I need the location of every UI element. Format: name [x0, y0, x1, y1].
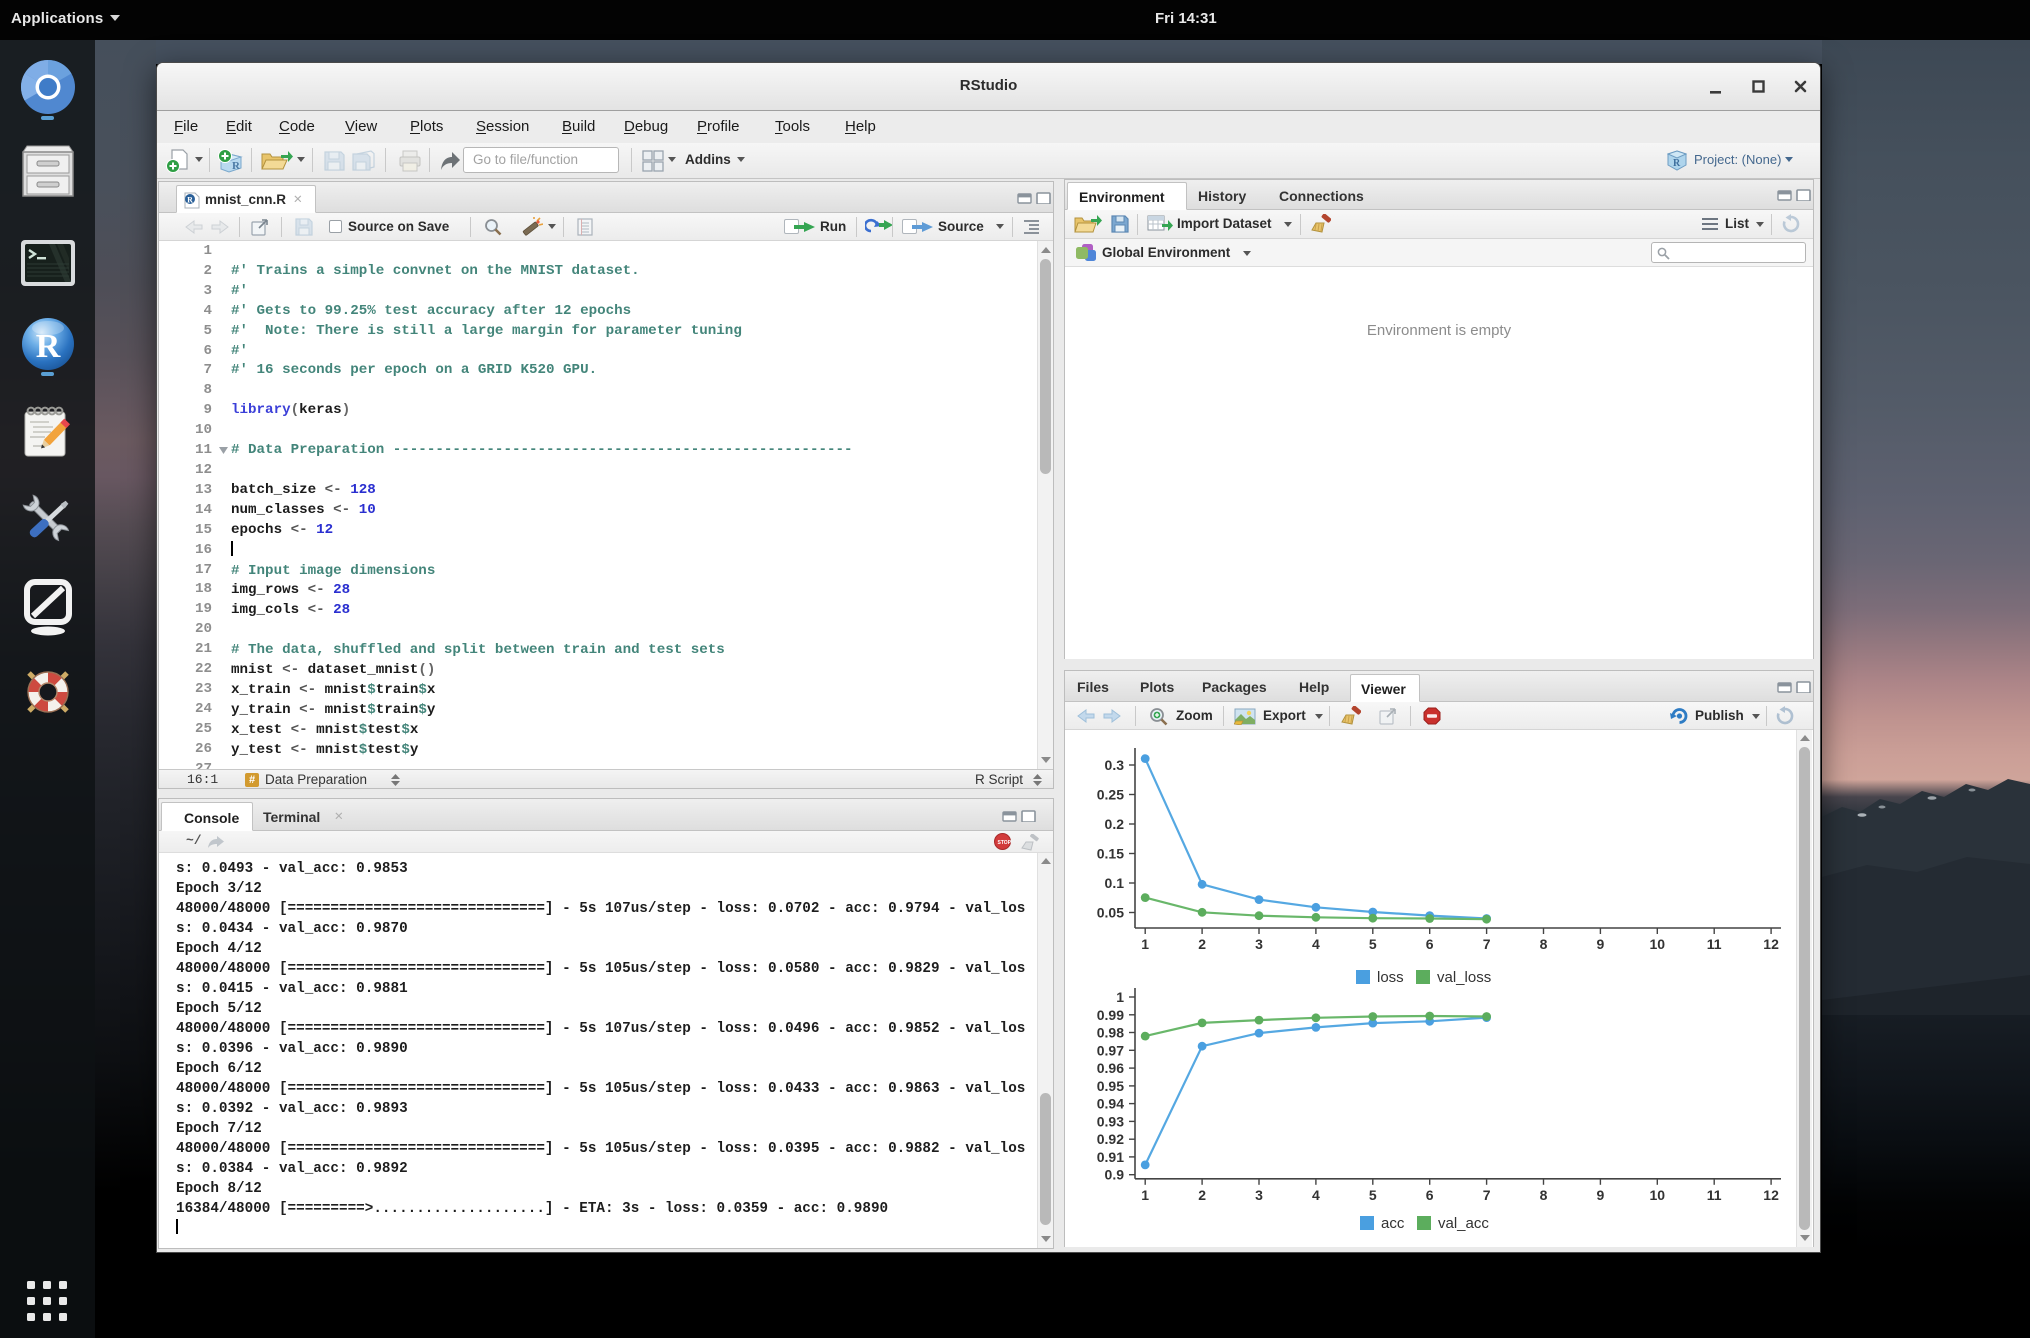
svg-text:0.1: 0.1	[1105, 875, 1125, 891]
svg-text:val_acc: val_acc	[1438, 1215, 1489, 1232]
svg-text:11: 11	[1707, 936, 1722, 952]
svg-text:1: 1	[1116, 989, 1124, 1005]
svg-text:0.15: 0.15	[1097, 846, 1124, 862]
svg-text:6: 6	[1426, 936, 1434, 952]
svg-text:loss: loss	[1377, 969, 1404, 986]
svg-text:0.9: 0.9	[1105, 1167, 1125, 1183]
svg-text:5: 5	[1369, 936, 1377, 952]
svg-text:10: 10	[1650, 936, 1666, 952]
svg-text:11: 11	[1707, 1187, 1722, 1203]
svg-text:12: 12	[1763, 936, 1779, 952]
svg-text:0.98: 0.98	[1097, 1025, 1124, 1041]
svg-text:R: R	[232, 160, 241, 172]
svg-text:val_loss: val_loss	[1437, 969, 1491, 986]
svg-text:0.94: 0.94	[1097, 1096, 1124, 1112]
svg-text:2: 2	[1198, 1187, 1206, 1203]
svg-text:0.95: 0.95	[1097, 1078, 1124, 1094]
svg-text:0.05: 0.05	[1097, 905, 1124, 921]
svg-text:0.2: 0.2	[1105, 816, 1125, 832]
svg-text:0.25: 0.25	[1097, 787, 1124, 803]
svg-text:0.93: 0.93	[1097, 1113, 1124, 1129]
svg-text:3: 3	[1255, 936, 1263, 952]
svg-text:5: 5	[1369, 1187, 1377, 1203]
svg-text:4: 4	[1312, 936, 1320, 952]
svg-text:R: R	[1673, 158, 1681, 169]
svg-text:1: 1	[1141, 1187, 1149, 1203]
svg-text:8: 8	[1540, 1187, 1548, 1203]
svg-text:7: 7	[1483, 1187, 1491, 1203]
svg-text:9: 9	[1597, 936, 1605, 952]
svg-text:10: 10	[1650, 1187, 1666, 1203]
svg-text:0.99: 0.99	[1097, 1007, 1124, 1023]
svg-text:7: 7	[1483, 936, 1491, 952]
svg-text:8: 8	[1540, 936, 1548, 952]
svg-text:0.3: 0.3	[1105, 757, 1125, 773]
svg-text:R: R	[36, 328, 61, 365]
svg-text:0.92: 0.92	[1097, 1131, 1124, 1147]
svg-text:0.96: 0.96	[1097, 1060, 1124, 1076]
svg-text:9: 9	[1597, 1187, 1605, 1203]
svg-text:0.97: 0.97	[1097, 1042, 1124, 1058]
svg-text:3: 3	[1255, 1187, 1263, 1203]
svg-text:R: R	[187, 196, 193, 205]
svg-text:1: 1	[1141, 936, 1149, 952]
svg-text:0.91: 0.91	[1097, 1149, 1124, 1165]
svg-text:2: 2	[1198, 936, 1206, 952]
svg-text:12: 12	[1763, 1187, 1779, 1203]
svg-text:acc: acc	[1381, 1215, 1405, 1232]
svg-text:4: 4	[1312, 1187, 1320, 1203]
svg-text:6: 6	[1426, 1187, 1434, 1203]
